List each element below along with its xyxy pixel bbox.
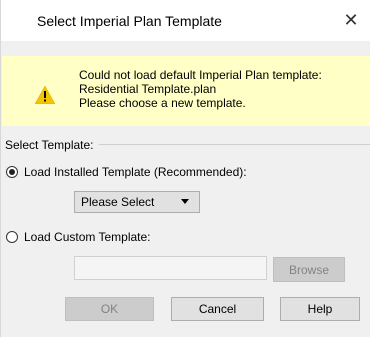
select-template-dialog: Select Imperial Plan Template ✕ Could no… [0,0,370,337]
section-label-select-template: Select Template: [5,138,94,152]
warning-banner: Could not load default Imperial Plan tem… [2,56,370,126]
browse-button[interactable]: Browse [273,257,345,282]
chevron-down-icon [181,199,189,204]
title-bar: Select Imperial Plan Template ✕ [1,0,370,41]
warning-triangle-icon [35,86,55,104]
option-installed-label: Load Installed Template (Recommended): [24,165,247,179]
close-icon: ✕ [343,10,359,30]
radio-installed[interactable] [6,166,18,178]
help-button[interactable]: Help [280,297,360,321]
template-select[interactable]: Please Select [74,191,200,213]
ok-button[interactable]: OK [65,297,154,321]
option-custom-label: Load Custom Template: [24,230,151,244]
section-divider [99,144,370,145]
custom-template-path-input[interactable] [74,256,267,280]
option-custom-template[interactable]: Load Custom Template: [6,230,151,244]
warning-message: Could not load default Imperial Plan tem… [79,68,322,110]
warning-line: Residential Template.plan [79,82,217,96]
option-installed-template[interactable]: Load Installed Template (Recommended): [6,165,247,179]
cancel-button[interactable]: Cancel [171,297,264,321]
warning-line: Could not load default Imperial Plan tem… [79,68,322,82]
warning-line: Please choose a new template. [79,96,246,110]
dialog-title: Select Imperial Plan Template [37,13,222,29]
close-button[interactable]: ✕ [331,0,370,41]
radio-custom[interactable] [6,231,18,243]
template-select-value: Please Select [81,195,155,209]
